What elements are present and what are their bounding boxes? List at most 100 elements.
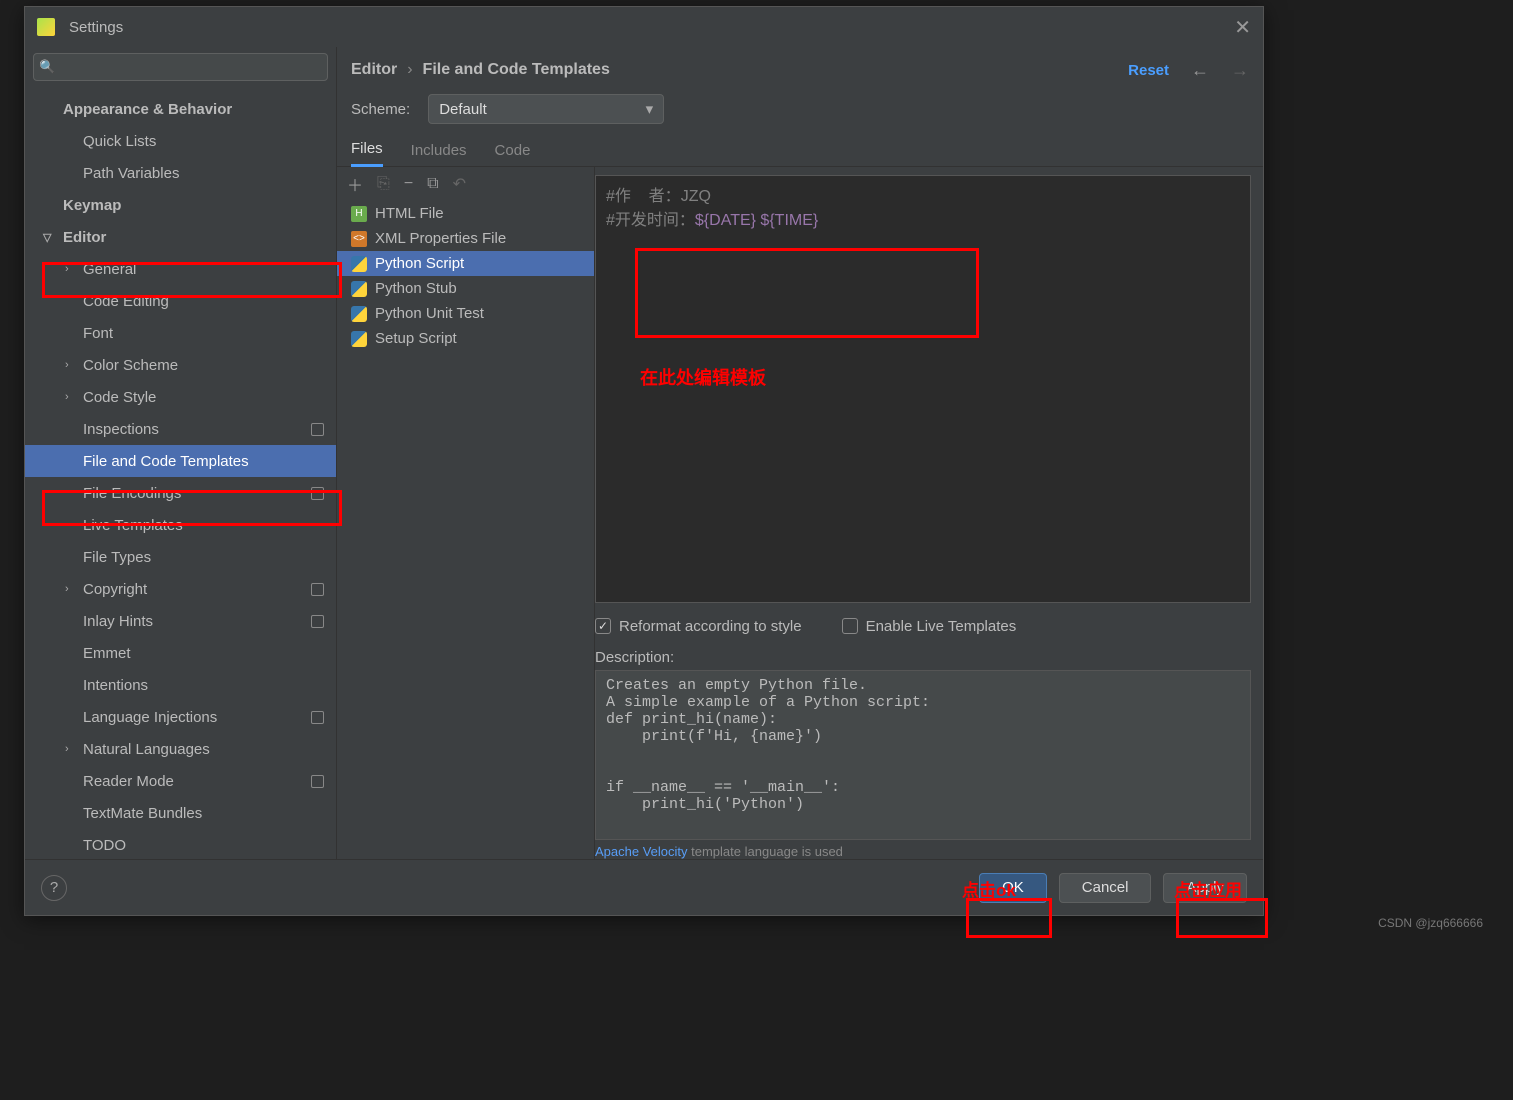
nav-emmet[interactable]: Emmet <box>25 637 336 669</box>
apply-button[interactable]: Apply <box>1163 873 1247 903</box>
tab-code[interactable]: Code <box>495 133 531 167</box>
template-item-label: Python Unit Test <box>375 305 484 322</box>
nav-appearance[interactable]: Appearance & Behavior <box>25 93 336 125</box>
nav-font[interactable]: Font <box>25 317 336 349</box>
copy-icon[interactable]: ⧉ <box>427 175 438 193</box>
breadcrumb-sep: › <box>407 61 412 79</box>
lang-note: Apache Velocity template language is use… <box>595 844 1251 859</box>
breadcrumb-editor[interactable]: Editor <box>351 61 397 79</box>
scheme-value: Default <box>439 101 645 118</box>
nav-code-editing[interactable]: Code Editing <box>25 285 336 317</box>
nav-file-types[interactable]: File Types <box>25 541 336 573</box>
reformat-label: Reformat according to style <box>619 618 802 635</box>
description-box[interactable]: Creates an empty Python file. A simple e… <box>595 670 1251 840</box>
py-file-icon <box>351 331 367 347</box>
template-item[interactable]: <>XML Properties File <box>337 226 594 251</box>
template-panel: ＋ ⎘ − ⧉ ↶ H HTML File <>XML Properties Fil… <box>337 167 595 859</box>
nav-copyright[interactable]: ›Copyright <box>25 573 336 605</box>
footer: ? OK Cancel Apply <box>25 859 1263 915</box>
nav-inlay-hints[interactable]: Inlay Hints <box>25 605 336 637</box>
checks-row: Reformat according to style Enable Live … <box>595 611 1251 641</box>
nav-keymap[interactable]: Keymap <box>25 189 336 221</box>
template-item[interactable]: Python Unit Test <box>337 301 594 326</box>
enable-live-label: Enable Live Templates <box>866 618 1017 635</box>
py-file-icon <box>351 281 367 297</box>
nav-inspections[interactable]: Inspections <box>25 413 336 445</box>
nav-language-injections[interactable]: Language Injections <box>25 701 336 733</box>
template-item-label: Setup Script <box>375 330 457 347</box>
cancel-button[interactable]: Cancel <box>1059 873 1152 903</box>
add-icon[interactable]: ＋ <box>347 172 363 196</box>
html-file-icon: H <box>351 206 367 222</box>
reset-button[interactable]: Reset <box>1128 62 1169 79</box>
nav-file-code-templates[interactable]: File and Code Templates <box>25 445 336 477</box>
chevron-right-icon: › <box>65 743 69 755</box>
settings-window: Settings ✕ 🔍 Appearance & Behavior Quick… <box>24 6 1264 916</box>
description-label: Description: <box>595 649 1251 666</box>
forward-icon: → <box>1231 60 1249 81</box>
nav-file-encodings[interactable]: File Encodings <box>25 477 336 509</box>
chevron-down-icon: ▽ <box>43 231 51 244</box>
chevron-right-icon: › <box>65 263 69 275</box>
chevron-right-icon: › <box>65 359 69 371</box>
chevron-down-icon: ▾ <box>646 100 654 118</box>
nav-todo[interactable]: TODO <box>25 829 336 859</box>
breadcrumb-current: File and Code Templates <box>423 61 610 79</box>
undo-icon[interactable]: ↶ <box>453 174 466 194</box>
code-panel: #作 者：JZQ #开发时间：${DATE} ${TIME} Reformat … <box>595 167 1263 859</box>
template-item-label: HTML File <box>375 205 444 222</box>
add-child-icon[interactable]: ⎘ <box>377 175 390 193</box>
nav-editor[interactable]: ▽Editor <box>25 221 336 253</box>
search-input[interactable] <box>33 53 328 81</box>
tab-includes[interactable]: Includes <box>411 133 467 167</box>
back-icon[interactable]: ← <box>1191 60 1209 81</box>
nav-live-templates[interactable]: Live Templates <box>25 509 336 541</box>
nav-intentions[interactable]: Intentions <box>25 669 336 701</box>
nav-quick-lists[interactable]: Quick Lists <box>25 125 336 157</box>
reformat-checkbox[interactable] <box>595 618 611 634</box>
remove-icon[interactable]: − <box>404 175 413 193</box>
template-editor[interactable]: #作 者：JZQ #开发时间：${DATE} ${TIME} <box>595 175 1251 603</box>
template-item[interactable]: H HTML File <box>337 201 594 226</box>
template-item-label: XML Properties File <box>375 230 506 247</box>
template-item-label: Python Stub <box>375 280 457 297</box>
tab-files[interactable]: Files <box>351 133 383 167</box>
config-icon <box>311 423 324 436</box>
app-icon <box>37 18 55 36</box>
config-icon <box>311 711 324 724</box>
chevron-right-icon: › <box>65 391 69 403</box>
py-file-icon <box>351 256 367 272</box>
scheme-combo[interactable]: Default ▾ <box>428 94 664 124</box>
template-tabs: Files Includes Code <box>337 133 1263 167</box>
settings-nav: 🔍 Appearance & Behavior Quick Lists Path… <box>25 47 337 859</box>
template-toolbar: ＋ ⎘ − ⧉ ↶ <box>337 167 594 201</box>
nav-natural-languages[interactable]: ›Natural Languages <box>25 733 336 765</box>
breadcrumb-row: Editor › File and Code Templates Reset ←… <box>337 47 1263 93</box>
scheme-row: Scheme: Default ▾ <box>337 93 1263 133</box>
right-pane: Editor › File and Code Templates Reset ←… <box>337 47 1263 859</box>
nav-general[interactable]: ›General <box>25 253 336 285</box>
nav-code-style[interactable]: ›Code Style <box>25 381 336 413</box>
apache-velocity-link[interactable]: Apache Velocity <box>595 844 688 859</box>
template-item[interactable]: Python Script <box>337 251 594 276</box>
template-list[interactable]: H HTML File <>XML Properties FilePython Sc… <box>337 201 594 859</box>
help-button[interactable]: ? <box>41 875 67 901</box>
watermark: CSDN @jzq666666 <box>1378 916 1483 930</box>
nav-color-scheme[interactable]: ›Color Scheme <box>25 349 336 381</box>
config-icon <box>311 583 324 596</box>
template-item[interactable]: Python Stub <box>337 276 594 301</box>
template-item[interactable]: Setup Script <box>337 326 594 351</box>
nav-reader-mode[interactable]: Reader Mode <box>25 765 336 797</box>
ok-button[interactable]: OK <box>979 873 1047 903</box>
close-icon[interactable]: ✕ <box>1234 15 1251 40</box>
nav-path-variables[interactable]: Path Variables <box>25 157 336 189</box>
py-file-icon <box>351 306 367 322</box>
titlebar: Settings ✕ <box>25 7 1263 47</box>
nav-textmate[interactable]: TextMate Bundles <box>25 797 336 829</box>
config-icon <box>311 775 324 788</box>
window-title: Settings <box>69 19 1234 36</box>
enable-live-checkbox[interactable] <box>842 618 858 634</box>
chevron-right-icon: › <box>65 583 69 595</box>
config-icon <box>311 487 324 500</box>
nav-list[interactable]: Appearance & Behavior Quick Lists Path V… <box>25 87 336 859</box>
